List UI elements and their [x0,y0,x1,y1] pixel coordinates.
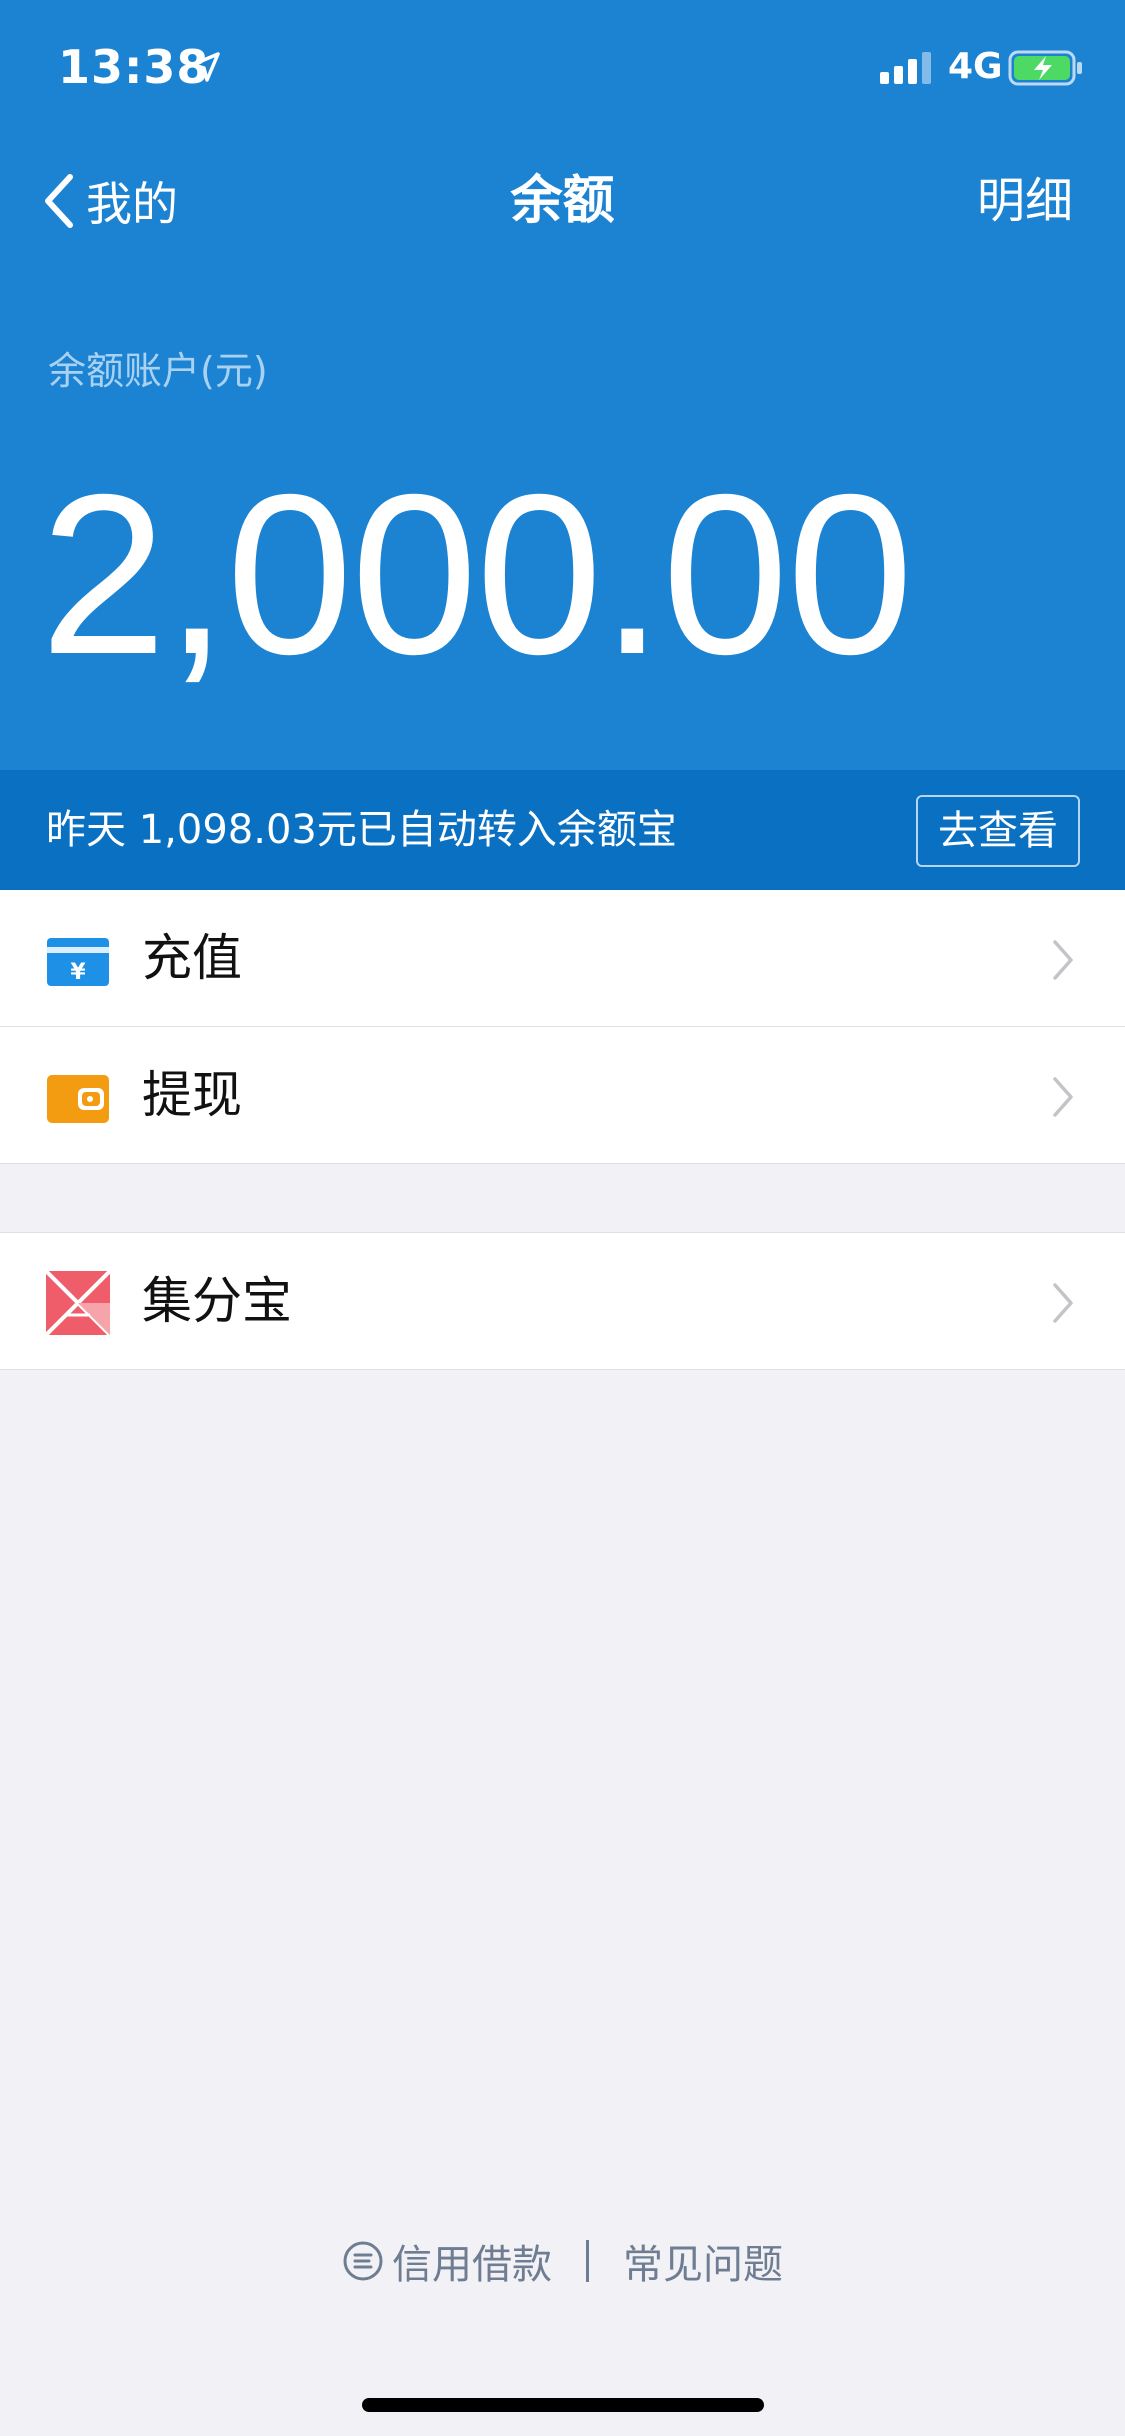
chevron-right-icon [1053,940,1073,980]
credit-loan-link[interactable]: 信用借款 [392,2232,552,2290]
navigation-bar: 我的 余额 明细 [0,150,1125,250]
detail-link[interactable]: 明细 [977,166,1073,236]
jifenbao-icon [46,1271,110,1335]
location-arrow-icon [190,52,220,82]
credit-loan-icon [343,2241,383,2281]
battery-charging-icon [1008,50,1082,86]
jifenbao-item[interactable]: 集分宝 [0,1233,1125,1370]
balance-account-label: 余额账户(元) [48,349,268,393]
recharge-icon: ¥ [47,938,109,986]
chevron-right-icon [1053,1283,1073,1323]
cellular-signal-icon [880,52,931,84]
status-time: 13:38 [58,40,210,94]
svg-text:¥: ¥ [70,960,86,985]
balance-amount: 2,000.00 [40,448,914,702]
page-title: 余额 [510,171,615,231]
withdraw-wallet-icon [47,1075,109,1123]
withdraw-label: 提现 [142,1066,242,1124]
points-group: 集分宝 [0,1232,1125,1370]
faq-link[interactable]: 常见问题 [623,2232,783,2290]
network-type: 4G [948,46,1003,87]
view-button[interactable]: 去查看 [916,795,1080,867]
notice-text: 昨天 1,098.03元已自动转入余额宝 [46,807,677,853]
footer-links: 信用借款 常见问题 [0,2226,1125,2296]
withdraw-item[interactable]: 提现 [0,1027,1125,1164]
balance-actions-group: ¥ 充值 提现 [0,890,1125,1164]
auto-transfer-notice: 昨天 1,098.03元已自动转入余额宝 去查看 [0,770,1125,890]
balance-header: 13:38 4G 我的 余额 明细 余额账户(元) 2,000.00 [0,0,1125,770]
recharge-item[interactable]: ¥ 充值 [0,890,1125,1027]
status-bar: 13:38 4G [0,0,1125,135]
home-indicator [362,2398,764,2412]
jifenbao-label: 集分宝 [142,1272,292,1330]
footer-divider [586,2240,589,2282]
chevron-right-icon [1053,1077,1073,1117]
recharge-label: 充值 [142,929,242,987]
